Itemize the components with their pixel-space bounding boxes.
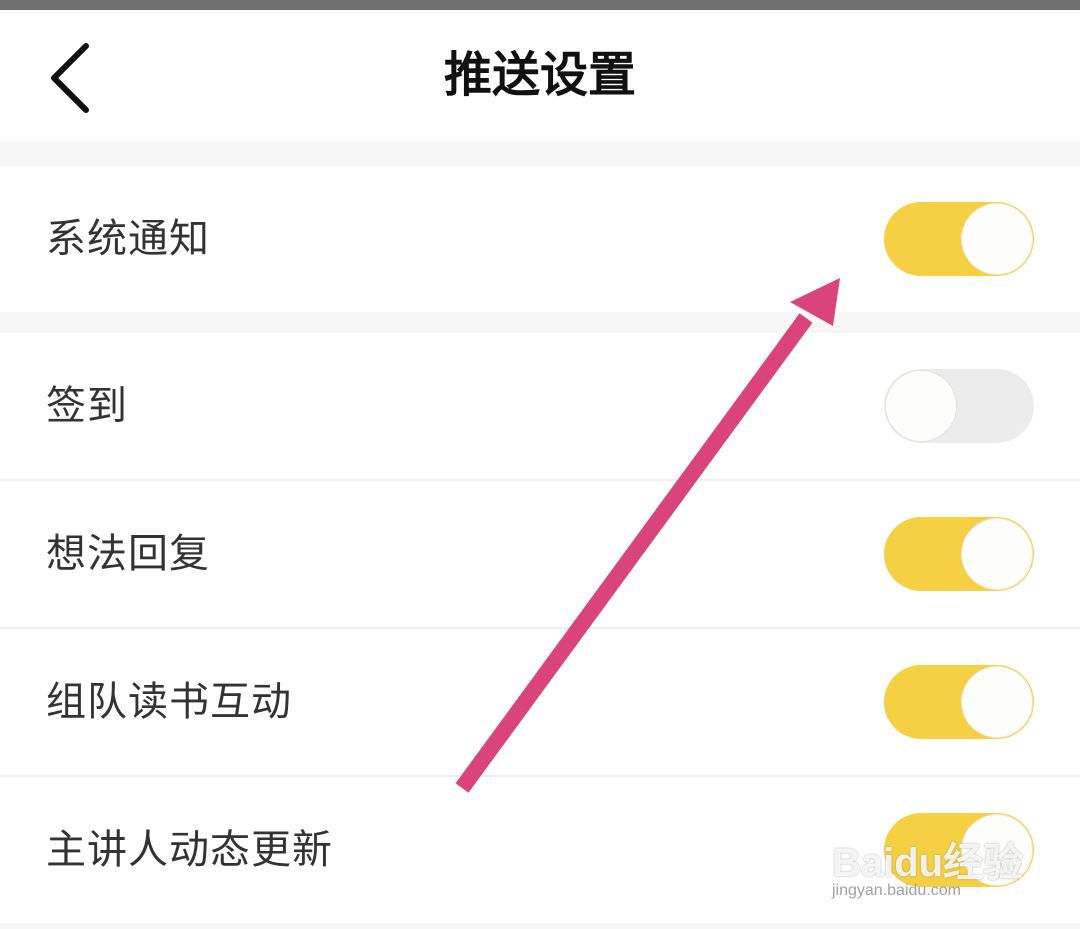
setting-row-group-reading: 组队读书互动: [0, 627, 1080, 775]
idea-reply-toggle[interactable]: [884, 517, 1034, 591]
toggle-knob: [886, 371, 956, 441]
setting-row-speaker-updates: 主讲人动态更新: [0, 775, 1080, 923]
nav-header: 推送设置: [0, 10, 1080, 141]
setting-row-system-notification: 系统通知: [0, 166, 1080, 312]
setting-row-checkin: 签到: [0, 333, 1080, 479]
setting-label: 系统通知: [46, 216, 210, 262]
system-notification-toggle[interactable]: [884, 202, 1034, 276]
toggle-knob: [962, 519, 1032, 589]
toggle-knob: [962, 204, 1032, 274]
group-reading-toggle[interactable]: [884, 665, 1034, 739]
checkin-toggle[interactable]: [884, 369, 1034, 443]
setting-label: 想法回复: [46, 531, 210, 577]
status-bar-strip: [0, 0, 1080, 10]
page-title: 推送设置: [443, 47, 636, 103]
setting-label: 签到: [46, 383, 128, 429]
setting-row-idea-reply: 想法回复: [0, 479, 1080, 627]
chevron-left-icon: [51, 43, 89, 113]
setting-label: 主讲人动态更新: [46, 827, 333, 873]
push-types-section: 签到 想法回复 组队读书互动 主讲人动态更新: [0, 333, 1080, 923]
toggle-knob: [962, 667, 1032, 737]
toggle-knob: [962, 815, 1032, 885]
setting-label: 组队读书互动: [46, 679, 292, 725]
system-notification-section: 系统通知: [0, 166, 1080, 312]
speaker-updates-toggle[interactable]: [884, 813, 1034, 887]
back-button[interactable]: [40, 40, 100, 120]
